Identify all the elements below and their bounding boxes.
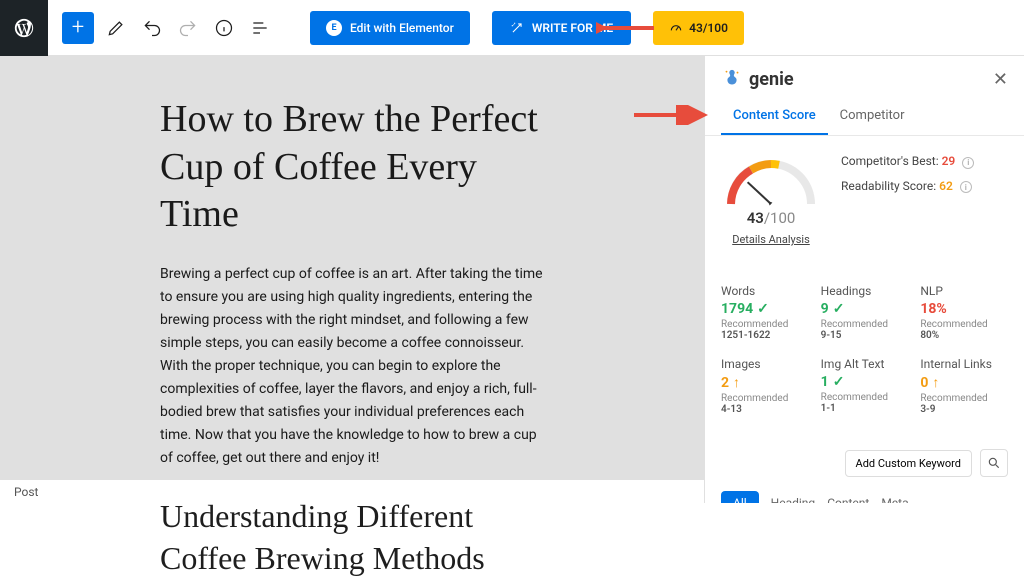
editor-toolbar: + E Edit with Elementor WRITE FOR ME 43/… [0,0,1024,56]
annotation-arrow [596,18,656,42]
elementor-label: Edit with Elementor [350,21,454,35]
metrics-grid: Words 1794✓ Recommended1251-1622 Heading… [705,270,1024,429]
magic-wand-icon [510,21,524,35]
info-icon[interactable]: i [962,157,974,169]
close-icon[interactable]: ✕ [993,69,1008,90]
check-icon: ✓ [833,374,845,390]
keyword-search-button[interactable] [980,449,1008,477]
details-analysis-link[interactable]: Details Analysis [721,233,821,246]
arrow-up-icon: ↑ [932,374,939,391]
metric-headings: Headings 9✓ Recommended9-15 [821,284,909,341]
edit-icon[interactable] [102,8,130,48]
post-editor[interactable]: How to Brew the Perfect Cup of Coffee Ev… [0,56,704,503]
readability-value: 62 [939,179,953,193]
post-paragraph[interactable]: Brewing a perfect cup of coffee is an ar… [160,263,544,471]
metric-internal-links: Internal Links 0↑ Recommended3-9 [920,357,1008,415]
undo-icon[interactable] [138,8,166,48]
elementor-icon: E [326,20,342,36]
annotation-arrow [632,105,712,129]
genie-icon [721,68,743,90]
info-icon[interactable] [210,8,238,48]
elementor-button[interactable]: E Edit with Elementor [310,11,470,45]
post-type-label: Post [14,485,38,499]
competitor-best-value: 29 [942,154,956,168]
add-block-button[interactable]: + [62,12,94,44]
info-icon[interactable]: i [960,181,972,193]
gauge-icon [669,21,683,35]
metric-words: Words 1794✓ Recommended1251-1622 [721,284,809,341]
metric-alt-text: Img Alt Text 1✓ Recommended1-1 [821,357,909,415]
add-keyword-button[interactable]: Add Custom Keyword [845,450,972,477]
score-button[interactable]: 43/100 [653,11,744,45]
genie-logo: genie [721,68,794,90]
metric-images: Images 2↑ Recommended4-13 [721,357,809,415]
status-bar: Post [0,479,704,503]
post-title[interactable]: How to Brew the Perfect Cup of Coffee Ev… [160,96,544,239]
metric-nlp: NLP 18% Recommended80% [920,284,1008,341]
filter-all[interactable]: All [721,491,759,503]
filter-content[interactable]: Content [827,496,869,503]
sidebar-tabs: Content Score Competitor [705,98,1024,136]
score-label: 43/100 [689,21,728,35]
check-icon: ✓ [833,301,845,317]
filter-meta[interactable]: Meta [881,496,908,503]
gauge-denom: /100 [764,209,795,227]
arrow-up-icon: ↑ [733,374,740,391]
genie-sidebar: genie ✕ Content Score Competitor 43/100 [704,56,1024,503]
brand-name: genie [749,69,794,90]
post-heading-2[interactable]: Understanding Different Coffee Brewing M… [160,496,544,579]
tab-content-score[interactable]: Content Score [721,98,828,135]
gauge-score: 43 [747,209,764,227]
keyword-filters: All Heading Content Meta [705,485,1024,503]
score-gauge: 43/100 Details Analysis [721,154,821,246]
tab-competitor[interactable]: Competitor [828,98,917,135]
check-icon: ✓ [757,301,769,317]
wordpress-logo[interactable] [0,0,48,56]
filter-heading[interactable]: Heading [771,496,816,503]
competitor-best-label: Competitor's Best: [841,154,942,168]
readability-label: Readability Score: [841,179,939,193]
search-icon [987,456,1001,470]
outline-icon[interactable] [246,8,274,48]
redo-icon[interactable] [174,8,202,48]
